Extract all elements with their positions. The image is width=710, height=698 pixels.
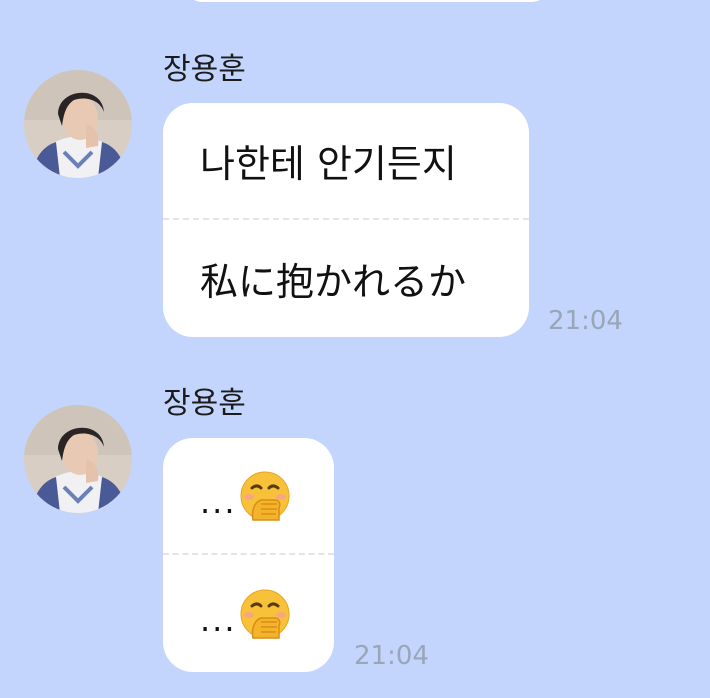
sender-avatar[interactable] bbox=[24, 70, 132, 178]
sender-name: 장용훈 bbox=[163, 52, 246, 87]
face-with-hand-over-mouth-emoji-icon bbox=[240, 589, 290, 639]
ellipsis-text: ... bbox=[200, 482, 237, 521]
message-line-translation: 私に抱かれるか bbox=[200, 260, 467, 304]
message-line-original: 나한테 안기든지 bbox=[200, 142, 457, 186]
message-timestamp: 21:04 bbox=[548, 306, 623, 336]
message-bubble[interactable]: ... ... bbox=[163, 438, 334, 672]
message-line-translation: ... bbox=[163, 555, 334, 672]
message-timestamp: 21:04 bbox=[354, 641, 429, 671]
sender-name: 장용훈 bbox=[163, 386, 246, 421]
sender-avatar[interactable] bbox=[24, 405, 132, 513]
message-bubble[interactable]: 나한테 안기든지 私に抱かれるか bbox=[163, 103, 529, 337]
face-with-hand-over-mouth-emoji-icon bbox=[240, 471, 290, 521]
ellipsis-text: ... bbox=[200, 600, 237, 639]
profile-photo-avatar-icon bbox=[24, 70, 132, 178]
previous-message-bubble[interactable] bbox=[186, 0, 548, 2]
profile-photo-avatar-icon bbox=[24, 405, 132, 513]
message-line-original: ... bbox=[163, 438, 334, 553]
